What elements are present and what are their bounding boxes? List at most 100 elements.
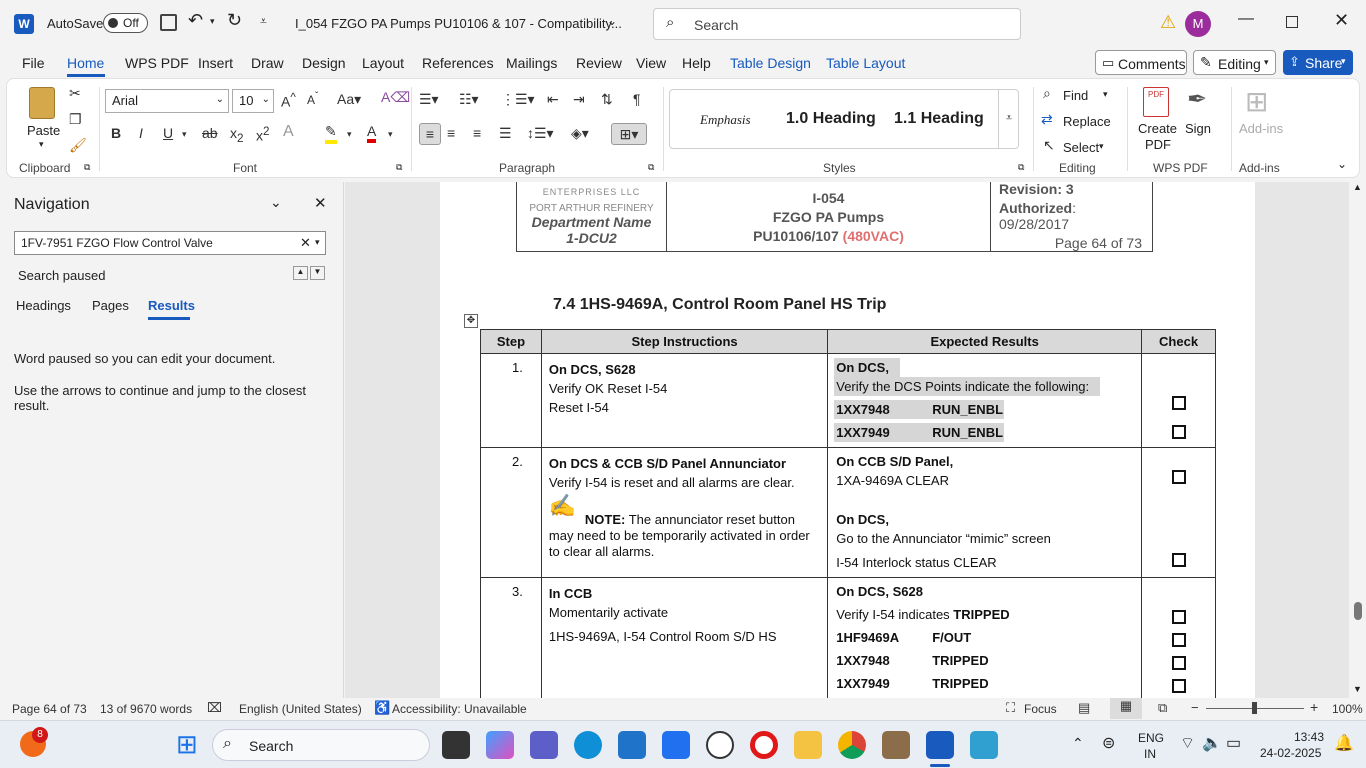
- paste-icon[interactable]: [29, 87, 55, 119]
- warning-icon[interactable]: ⚠: [1160, 12, 1176, 33]
- tab-help[interactable]: Help: [682, 55, 711, 71]
- expected-results[interactable]: On CCB S/D Panel, 1XA-9469A CLEAR On DCS…: [827, 447, 1143, 578]
- decrease-indent-icon[interactable]: ⇤: [547, 91, 559, 108]
- checkbox[interactable]: [1171, 610, 1186, 624]
- step-instructions[interactable]: On DCS, S628 Verify OK Reset I-54 Reset …: [540, 353, 829, 448]
- underline-icon[interactable]: U: [163, 125, 173, 141]
- nav-close-icon[interactable]: ✕: [314, 194, 327, 212]
- highlight-dropdown-icon[interactable]: ▾: [347, 129, 352, 140]
- edge-icon[interactable]: [574, 731, 602, 759]
- find-button[interactable]: Find: [1063, 88, 1088, 103]
- tab-design[interactable]: Design: [302, 55, 346, 71]
- proofing-icon[interactable]: ⌧: [207, 700, 222, 716]
- teams-icon[interactable]: [530, 731, 558, 759]
- checkbox[interactable]: [1171, 656, 1186, 670]
- battery-icon[interactable]: ▭: [1226, 733, 1241, 753]
- word-taskbar-icon[interactable]: [926, 731, 954, 759]
- create-pdf-label[interactable]: Create: [1138, 121, 1177, 136]
- app-icon-2[interactable]: [970, 731, 998, 759]
- focus-button[interactable]: Focus: [1024, 702, 1057, 716]
- strikethrough-icon[interactable]: ab: [202, 125, 218, 141]
- tab-view[interactable]: View: [636, 55, 666, 71]
- search-box[interactable]: ⌕ Search: [653, 8, 1021, 40]
- store-icon[interactable]: [618, 731, 646, 759]
- bold-icon[interactable]: B: [111, 125, 121, 141]
- input-lang-1[interactable]: ENG: [1138, 731, 1164, 745]
- font-color-dropdown-icon[interactable]: ▾: [388, 129, 393, 140]
- zoom-slider-thumb[interactable]: [1252, 702, 1257, 714]
- read-mode-icon[interactable]: ▤: [1078, 700, 1090, 716]
- comments-button[interactable]: ▭ Comments: [1095, 50, 1187, 75]
- create-pdf-icon[interactable]: PDF: [1143, 87, 1169, 117]
- sign-button[interactable]: Sign: [1185, 121, 1211, 136]
- editing-mode-button[interactable]: ✎ Editing ▾: [1193, 50, 1276, 75]
- file-explorer-icon[interactable]: [794, 731, 822, 759]
- replace-button[interactable]: Replace: [1063, 114, 1111, 129]
- show-formatting-icon[interactable]: ¶: [633, 91, 641, 107]
- checkbox[interactable]: [1171, 679, 1186, 693]
- tab-layout[interactable]: Layout: [362, 55, 404, 71]
- tab-file[interactable]: File: [22, 55, 45, 71]
- select-icon[interactable]: ↖: [1043, 137, 1055, 154]
- shrink-font-icon[interactable]: Aˇ: [307, 91, 318, 107]
- multilevel-list-icon[interactable]: ⋮☰▾: [501, 91, 535, 108]
- change-case-icon[interactable]: Aa▾: [337, 91, 361, 108]
- clear-formatting-icon[interactable]: A⌫: [381, 89, 410, 106]
- previous-result-icon[interactable]: ▲: [293, 266, 308, 280]
- avatar[interactable]: M: [1185, 11, 1211, 37]
- styles-launcher-icon[interactable]: ⧉: [1018, 162, 1024, 173]
- redo-icon[interactable]: ↻: [227, 10, 242, 31]
- zoom-in-icon[interactable]: +: [1310, 699, 1318, 715]
- tab-insert[interactable]: Insert: [198, 55, 233, 71]
- tab-references[interactable]: References: [422, 55, 494, 71]
- table-move-handle-icon[interactable]: ✥: [464, 314, 478, 328]
- customize-qat-icon[interactable]: ⩡: [260, 14, 267, 29]
- sort-icon[interactable]: ⇅: [601, 91, 613, 108]
- task-view-icon[interactable]: [442, 731, 470, 759]
- addins-icon[interactable]: ⊞: [1245, 85, 1268, 118]
- vertical-scrollbar[interactable]: ▲ ▼: [1350, 182, 1366, 698]
- tray-overflow-icon[interactable]: ⌃: [1072, 735, 1084, 752]
- tray-app-icon[interactable]: ⊜: [1102, 733, 1115, 753]
- cut-icon[interactable]: ✂: [69, 85, 81, 102]
- accessibility-icon[interactable]: ♿: [374, 700, 390, 716]
- text-effects-icon[interactable]: A: [283, 123, 294, 141]
- numbering-icon[interactable]: ☷▾: [459, 91, 479, 108]
- nav-options-icon[interactable]: ⌄: [270, 194, 282, 211]
- sign-icon[interactable]: ✒: [1187, 85, 1207, 114]
- styles-gallery[interactable]: Emphasis 1.0 Heading 1.1 Heading ⩡: [669, 89, 1019, 149]
- nav-tab-results[interactable]: Results: [148, 298, 195, 313]
- superscript-icon[interactable]: x2: [256, 125, 269, 144]
- checkbox[interactable]: [1171, 425, 1186, 439]
- replace-icon[interactable]: ⇄: [1041, 111, 1053, 128]
- collapse-ribbon-icon[interactable]: ⌄: [1337, 157, 1347, 171]
- zoom-out-icon[interactable]: −: [1191, 700, 1199, 715]
- dell-icon[interactable]: [706, 731, 734, 759]
- tab-review[interactable]: Review: [576, 55, 622, 71]
- font-color-icon[interactable]: A: [367, 123, 377, 143]
- addins-button[interactable]: Add-ins: [1239, 121, 1283, 136]
- checkbox[interactable]: [1171, 470, 1186, 484]
- wifi-icon[interactable]: ⌔: [1180, 733, 1195, 753]
- nav-search-input[interactable]: 1FV-7951 FZGO Flow Control Valve ✕ ▾: [14, 231, 326, 255]
- web-layout-icon[interactable]: ⧉: [1158, 700, 1167, 716]
- volume-icon[interactable]: 🔈: [1202, 733, 1222, 753]
- restore-icon[interactable]: [1286, 16, 1298, 28]
- chrome-icon[interactable]: [838, 731, 866, 759]
- font-size-combo[interactable]: 10 ⌄: [232, 89, 274, 113]
- style-heading-1-1[interactable]: 1.1 Heading: [894, 110, 984, 128]
- print-layout-icon[interactable]: ▦: [1110, 698, 1142, 719]
- paste-dropdown-icon[interactable]: ▾: [39, 139, 44, 150]
- copilot-icon[interactable]: [486, 731, 514, 759]
- tab-home[interactable]: Home: [67, 55, 104, 71]
- align-right-icon[interactable]: ≡: [473, 125, 481, 141]
- document-title[interactable]: I_054 FZGO PA Pumps PU10106 & 107 - Comp…: [295, 16, 622, 31]
- find-icon[interactable]: ⌕: [1043, 85, 1051, 102]
- status-page[interactable]: Page 64 of 73: [12, 702, 87, 716]
- autosave-toggle[interactable]: Off: [103, 13, 148, 33]
- scroll-up-icon[interactable]: ▲: [1353, 182, 1362, 192]
- step-instructions[interactable]: On DCS & CCB S/D Panel Annunciator Verif…: [540, 447, 829, 578]
- next-result-icon[interactable]: ▼: [310, 266, 325, 280]
- increase-indent-icon[interactable]: ⇥: [573, 91, 585, 108]
- undo-dropdown-icon[interactable]: ▾: [210, 16, 215, 27]
